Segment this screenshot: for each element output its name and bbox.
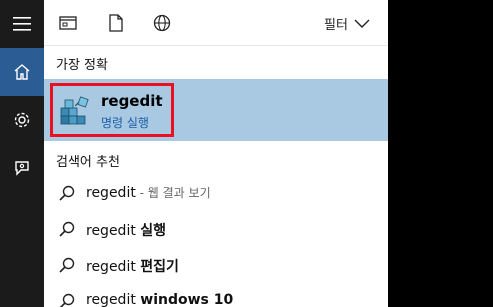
web-scope-button[interactable] (151, 12, 173, 34)
menu-button[interactable] (0, 0, 44, 48)
window-icon (59, 16, 77, 30)
document-icon (109, 14, 123, 32)
search-icon (59, 185, 75, 201)
desktop-background (388, 0, 493, 307)
suggestion-query: regedit (86, 223, 141, 239)
best-match-heading: 가장 정확 (56, 58, 108, 73)
suggestion-query: regedit (86, 292, 141, 307)
suggestion-query: regedit (86, 259, 141, 275)
documents-scope-button[interactable] (105, 12, 127, 34)
filter-dropdown[interactable]: 필터 (324, 14, 370, 33)
search-panel: 필터 가장 정확 regedit 명령 실행 검색어 추천 regedit - … (44, 0, 388, 307)
scope-bar: 필터 (44, 0, 388, 46)
globe-icon (153, 14, 171, 32)
left-rail (0, 0, 44, 307)
search-icon (59, 293, 75, 307)
apps-scope-button[interactable] (57, 12, 79, 34)
feedback-icon (15, 161, 29, 176)
suggestion-suffix: 편집기 (140, 259, 179, 275)
suggestion-text: regedit - 웹 결과 보기 (86, 184, 211, 201)
chevron-down-icon (354, 19, 370, 28)
suggestions-heading: 검색어 추천 (56, 155, 120, 170)
suggestion-text: regedit 실행 (86, 220, 166, 240)
red-highlight-box (50, 83, 174, 137)
suggestion-item[interactable]: regedit - 웹 결과 보기 (44, 175, 388, 211)
search-icon (59, 257, 75, 273)
suggestion-hint: - 웹 결과 보기 (135, 186, 211, 200)
suggestion-text: regedit windows 10 (86, 292, 233, 307)
suggestion-item[interactable]: regedit windows 10 (44, 283, 388, 307)
suggestion-text: regedit 편집기 (86, 256, 179, 276)
suggestion-suffix: 실행 (140, 223, 167, 239)
search-icon (59, 221, 75, 237)
hamburger-icon (13, 17, 31, 31)
feedback-button[interactable] (0, 144, 44, 192)
suggestion-item[interactable]: regedit 편집기 (44, 247, 388, 283)
settings-button[interactable] (0, 96, 44, 144)
best-match-result[interactable]: regedit 명령 실행 (44, 79, 388, 141)
gear-icon (14, 112, 30, 128)
home-icon (14, 64, 30, 80)
home-button[interactable] (0, 48, 44, 96)
filter-label: 필터 (324, 18, 348, 33)
suggestion-query: regedit (86, 185, 136, 201)
suggestion-suffix: windows 10 (140, 292, 234, 307)
suggestion-item[interactable]: regedit 실행 (44, 211, 388, 247)
